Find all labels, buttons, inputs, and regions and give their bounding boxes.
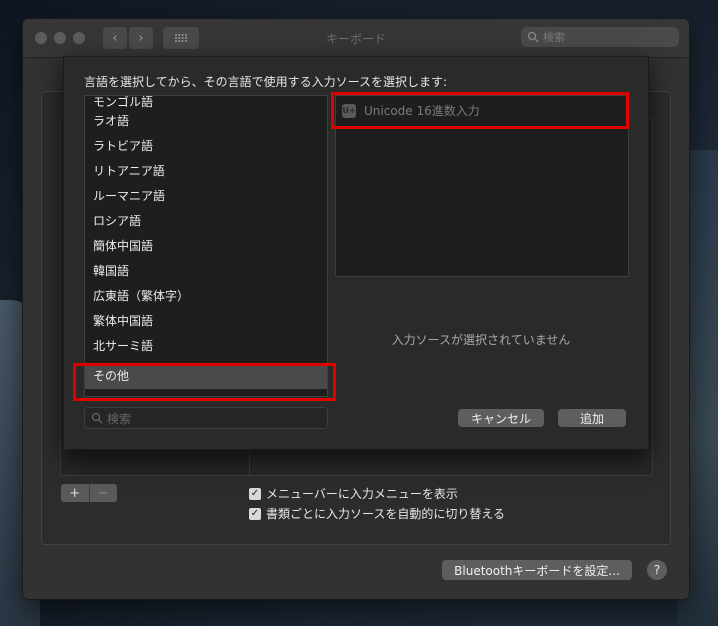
language-item[interactable]: 広東語（繁体字） (85, 284, 327, 309)
highlight-box-selected-language (73, 363, 336, 401)
setup-bluetooth-keyboard-button[interactable]: Bluetoothキーボードを設定... (442, 560, 632, 580)
show-input-menu-checkbox[interactable]: ✓ メニューバーに入力メニューを表示 (249, 485, 458, 502)
checkmark-icon: ✓ (249, 487, 261, 500)
language-list[interactable]: モンゴル語 ラオ語 ラトビア語 リトアニア語 ルーマニア語 ロシア語 簡体中国語… (84, 95, 328, 397)
language-item[interactable]: ロシア語 (85, 209, 327, 234)
remove-source-button[interactable]: − (88, 484, 118, 502)
add-source-button[interactable]: + (61, 484, 89, 502)
auto-switch-label: 書類ごとに入力ソースを自動的に切り替える (266, 507, 506, 521)
help-button[interactable]: ? (647, 560, 667, 580)
language-item[interactable]: 北サーミ語 (85, 334, 327, 359)
language-item[interactable]: ラオ語 (85, 109, 327, 134)
title-bar: ‹ › キーボード 検索 (23, 19, 689, 58)
cancel-button[interactable]: キャンセル (458, 409, 544, 427)
add-button[interactable]: 追加 (558, 409, 626, 427)
language-item[interactable]: 繁体中国語 (85, 309, 327, 334)
language-item[interactable]: ラトビア語 (85, 134, 327, 159)
language-item[interactable]: 簡体中国語 (85, 234, 327, 259)
highlight-box-input-source (331, 92, 629, 129)
sheet-prompt: 言語を選択してから、その言語で使用する入力ソースを選択します: (84, 75, 448, 89)
checkmark-icon: ✓ (249, 507, 261, 520)
auto-switch-checkbox[interactable]: ✓ 書類ごとに入力ソースを自動的に切り替える (249, 505, 505, 522)
language-item[interactable]: モンゴル語 (85, 96, 327, 109)
search-placeholder: 検索 (107, 411, 132, 426)
add-remove-control: + − (61, 484, 117, 502)
language-item[interactable]: リトアニア語 (85, 159, 327, 184)
language-item[interactable]: 韓国語 (85, 259, 327, 284)
search-placeholder: 検索 (543, 31, 565, 44)
search-icon (91, 412, 103, 424)
language-item[interactable]: ルーマニア語 (85, 184, 327, 209)
show-input-menu-label: メニューバーに入力メニューを表示 (266, 487, 458, 501)
search-icon (527, 31, 539, 43)
no-source-selected-text: 入力ソースが選択されていません (391, 333, 571, 347)
language-search-input[interactable]: 検索 (84, 407, 328, 429)
prefs-search-input[interactable]: 検索 (521, 27, 679, 47)
